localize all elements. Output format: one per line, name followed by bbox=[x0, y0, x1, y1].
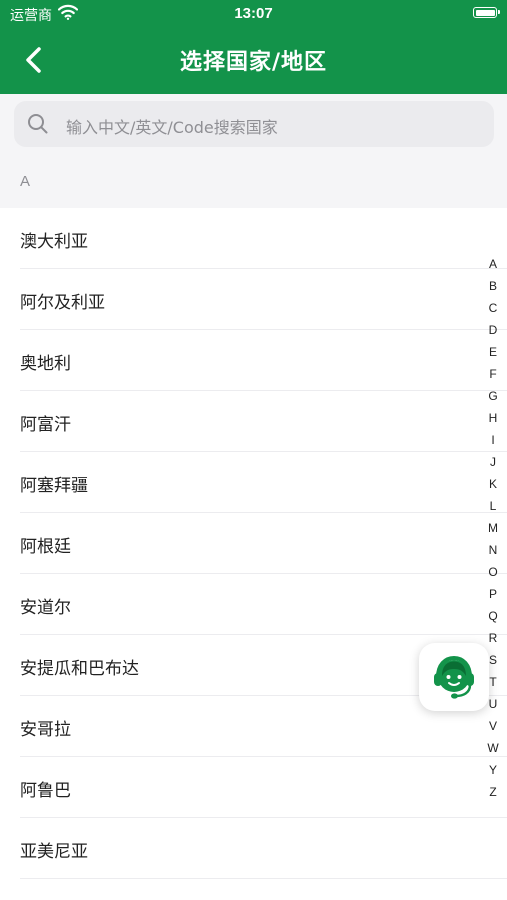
alphabet-index: A B C D E F G H I J K L M N O P Q R S T … bbox=[481, 253, 505, 803]
index-letter-d[interactable]: D bbox=[481, 319, 505, 341]
index-letter-z[interactable]: Z bbox=[481, 781, 505, 803]
clock: 13:07 bbox=[234, 5, 273, 22]
country-item[interactable]: 阿塞拜疆 bbox=[0, 452, 507, 513]
index-letter-a[interactable]: A bbox=[481, 253, 505, 275]
country-item[interactable]: 安道尔 bbox=[0, 574, 507, 635]
country-item[interactable]: 阿富汗 bbox=[0, 391, 507, 452]
index-letter-b[interactable]: B bbox=[481, 275, 505, 297]
index-letter-j[interactable]: J bbox=[481, 451, 505, 473]
country-name: 安道尔 bbox=[20, 598, 71, 618]
section-label: A bbox=[20, 173, 31, 190]
search-icon bbox=[27, 113, 49, 139]
index-letter-c[interactable]: C bbox=[481, 297, 505, 319]
country-name: 安提瓜和巴布达 bbox=[20, 659, 139, 679]
country-name: 阿鲁巴 bbox=[20, 781, 71, 801]
index-letter-o[interactable]: O bbox=[481, 561, 505, 583]
country-item[interactable]: 阿鲁巴 bbox=[0, 757, 507, 818]
index-letter-f[interactable]: F bbox=[481, 363, 505, 385]
country-item[interactable]: 奥地利 bbox=[0, 330, 507, 391]
app-header: 运营商 13:07 选择国家/地区 bbox=[0, 0, 507, 94]
country-name: 安哥拉 bbox=[20, 720, 71, 740]
country-name: 阿富汗 bbox=[20, 415, 71, 435]
index-letter-v[interactable]: V bbox=[481, 715, 505, 737]
status-bar: 运营商 13:07 bbox=[0, 0, 507, 28]
country-name: 阿塞拜疆 bbox=[20, 476, 88, 496]
index-letter-e[interactable]: E bbox=[481, 341, 505, 363]
index-letter-i[interactable]: I bbox=[481, 429, 505, 451]
country-name: 亚美尼亚 bbox=[20, 842, 88, 862]
index-letter-w[interactable]: W bbox=[481, 737, 505, 759]
index-letter-l[interactable]: L bbox=[481, 495, 505, 517]
country-name: 阿尔及利亚 bbox=[20, 293, 105, 313]
search-placeholder: 输入中文/英文/Code搜索国家 bbox=[66, 118, 278, 137]
search-area: 输入中文/英文/Code搜索国家 bbox=[0, 94, 507, 156]
index-letter-g[interactable]: G bbox=[481, 385, 505, 407]
country-item[interactable]: 亚美尼亚 bbox=[0, 818, 507, 879]
index-letter-r[interactable]: R bbox=[481, 627, 505, 649]
search-input[interactable]: 输入中文/英文/Code搜索国家 bbox=[14, 101, 494, 147]
country-item[interactable]: 阿尔及利亚 bbox=[0, 269, 507, 330]
index-letter-y[interactable]: Y bbox=[481, 759, 505, 781]
customer-service-button[interactable] bbox=[419, 643, 489, 711]
country-item[interactable]: 澳大利亚 bbox=[0, 208, 507, 269]
section-header: A bbox=[0, 156, 507, 208]
page-title: 选择国家/地区 bbox=[179, 50, 328, 75]
battery-icon bbox=[473, 7, 500, 18]
country-name: 澳大利亚 bbox=[20, 232, 88, 252]
index-letter-n[interactable]: N bbox=[481, 539, 505, 561]
index-letter-k[interactable]: K bbox=[481, 473, 505, 495]
country-name: 奥地利 bbox=[20, 354, 71, 374]
index-letter-h[interactable]: H bbox=[481, 407, 505, 429]
headset-icon bbox=[434, 655, 474, 699]
country-item[interactable]: 阿根廷 bbox=[0, 513, 507, 574]
country-list: 澳大利亚 阿尔及利亚 奥地利 阿富汗 阿塞拜疆 阿根廷 安道尔 安提瓜和巴布达 … bbox=[0, 208, 507, 879]
index-letter-p[interactable]: P bbox=[481, 583, 505, 605]
index-letter-m[interactable]: M bbox=[481, 517, 505, 539]
index-letter-q[interactable]: Q bbox=[481, 605, 505, 627]
country-name: 阿根廷 bbox=[20, 537, 71, 557]
